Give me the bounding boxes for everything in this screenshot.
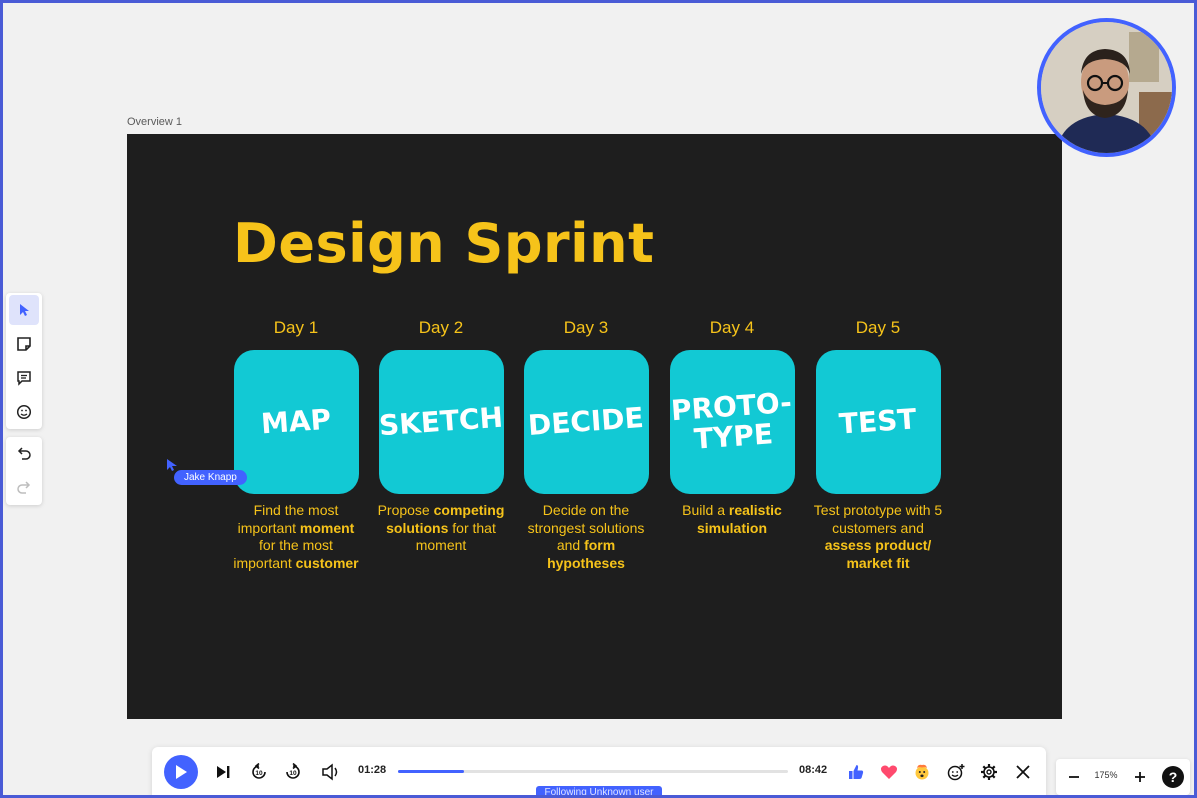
- minus-icon: [1069, 776, 1079, 778]
- day-word: PROTO- TYPE: [669, 385, 793, 456]
- cursor-arrow-icon: [20, 304, 29, 316]
- day-description: Build a realistic simulation: [682, 502, 782, 536]
- sticky-note-tool-button[interactable]: [9, 329, 39, 359]
- day-word: SKETCH: [377, 400, 504, 443]
- collaborator-name-tag: Jake Knapp: [174, 470, 247, 485]
- reaction-tool-button[interactable]: [9, 397, 39, 427]
- day-column-3: Day 3 DECIDE Decide on the strongest sol…: [516, 316, 656, 572]
- collaborator-cursor-icon: [167, 459, 177, 471]
- svg-text:10: 10: [255, 770, 263, 777]
- day-word: DECIDE: [527, 401, 645, 442]
- thumbs-up-reaction-button[interactable]: [845, 761, 867, 783]
- day-description: Decide on the strongest solutions and fo…: [527, 502, 645, 571]
- zoom-in-button[interactable]: [1130, 767, 1150, 787]
- emoji-sticker-icon: [16, 404, 32, 420]
- day-word: MAP: [259, 402, 333, 441]
- skip-next-button[interactable]: [212, 762, 234, 782]
- volume-button[interactable]: [319, 761, 343, 783]
- skip-next-icon: [217, 766, 230, 778]
- frame-label[interactable]: Overview 1: [127, 116, 182, 128]
- thumbs-up-icon: [849, 765, 864, 779]
- undo-icon: [17, 447, 31, 460]
- progress-track[interactable]: [398, 770, 788, 773]
- day-card-test: TEST: [815, 350, 941, 494]
- day-card-decide: DECIDE: [523, 350, 649, 494]
- presenter-avatar-image: [1041, 22, 1172, 153]
- help-button[interactable]: ?: [1162, 766, 1184, 788]
- day-label: Day 3: [563, 318, 609, 337]
- undo-button[interactable]: [9, 439, 39, 469]
- zoom-panel: 175% ?: [1056, 759, 1190, 795]
- mind-blown-icon: [915, 764, 929, 780]
- following-user-tag[interactable]: Following Unknown user: [536, 786, 662, 798]
- history-toolbar: [6, 437, 42, 505]
- rewind-10-button[interactable]: 10: [248, 761, 270, 783]
- day-label: Day 2: [418, 318, 464, 337]
- mind-blown-reaction-button[interactable]: [911, 761, 933, 783]
- day-description: Test prototype with 5 customers and asse…: [813, 502, 943, 571]
- plus-icon: [1135, 772, 1145, 782]
- close-icon: [1016, 765, 1030, 779]
- volume-icon: [322, 763, 338, 781]
- day-column-5: Day 5 TEST Test prototype with 5 custome…: [808, 316, 948, 572]
- slide-title: Design Sprint: [233, 212, 655, 275]
- day-label: Day 5: [855, 318, 901, 337]
- day-description: Propose competing solutions for that mom…: [377, 502, 505, 553]
- redo-button[interactable]: [9, 473, 39, 503]
- day-card-sketch: SKETCH: [377, 350, 504, 494]
- redo-icon: [17, 481, 31, 494]
- day-word: TEST: [838, 402, 918, 441]
- close-button[interactable]: [1012, 761, 1034, 783]
- presentation-slide[interactable]: Design Sprint Day 1 MAP Find the most im…: [127, 134, 1062, 719]
- day-description: Find the most important moment for the m…: [233, 502, 359, 571]
- day-column-4: Day 4 PROTO- TYPE Build a realistic simu…: [662, 316, 802, 537]
- day-column-1: Day 1 MAP Find the most important moment…: [226, 316, 366, 572]
- sticky-note-icon: [17, 337, 31, 351]
- add-reaction-button[interactable]: [945, 761, 967, 783]
- select-tool-button[interactable]: [9, 295, 39, 325]
- heart-icon: [880, 765, 898, 779]
- svg-text:10: 10: [289, 770, 297, 777]
- gear-icon: [981, 764, 997, 780]
- presenter-video[interactable]: [1037, 18, 1176, 157]
- day-column-2: Day 2 SKETCH Propose competing solutions…: [371, 316, 511, 555]
- play-icon: [176, 765, 187, 779]
- progress-fill: [398, 770, 465, 773]
- day-label: Day 1: [273, 318, 319, 337]
- day-card-map: MAP: [233, 350, 359, 494]
- forward-10-button[interactable]: 10: [282, 761, 304, 783]
- total-time: 08:42: [799, 764, 828, 776]
- forward-10-icon: 10: [286, 763, 300, 779]
- add-reaction-icon: [947, 764, 965, 781]
- comment-icon: [17, 371, 31, 386]
- tools-toolbar: [6, 293, 42, 429]
- play-button[interactable]: [164, 755, 198, 789]
- day-card-prototype: PROTO- TYPE: [669, 350, 795, 494]
- zoom-level[interactable]: 175%: [1092, 770, 1120, 780]
- zoom-out-button[interactable]: [1064, 767, 1084, 787]
- settings-button[interactable]: [978, 761, 1000, 783]
- day-label: Day 4: [709, 318, 755, 337]
- collaborator-cursor: Jake Knapp: [166, 458, 247, 485]
- rewind-10-icon: 10: [252, 763, 266, 779]
- heart-reaction-button[interactable]: [878, 761, 900, 783]
- current-time: 01:28: [358, 764, 387, 776]
- comment-tool-button[interactable]: [9, 363, 39, 393]
